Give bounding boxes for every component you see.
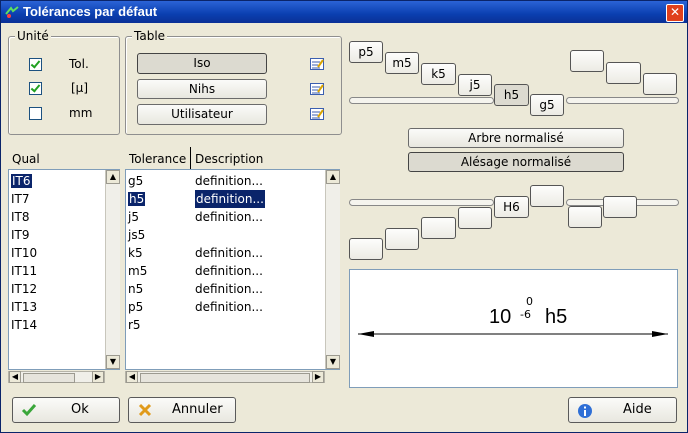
shaft-tol-h5[interactable]: h5 <box>494 84 529 106</box>
list-item[interactable]: IT12 <box>11 280 37 298</box>
shaft-tol-p5[interactable]: p5 <box>349 41 383 63</box>
annuler-label: Annuler <box>172 402 223 417</box>
shaft-tol-empty-3[interactable] <box>643 73 677 95</box>
dialog-window: Tolérances par défaut ✕ Unité Tol. [μ] m… <box>0 0 688 433</box>
aide-button[interactable]: Aide <box>568 397 677 423</box>
hole-zero-line-left <box>349 199 494 206</box>
tolerance-vscroll[interactable]: ▲ ▼ <box>325 170 340 369</box>
table-row[interactable]: m5 definition... <box>128 262 263 280</box>
hole-tol-empty-1[interactable] <box>349 238 383 260</box>
scroll-up-icon[interactable]: ▲ <box>326 170 340 184</box>
unit-micron-label: [μ] <box>71 81 88 95</box>
hole-tol-h6[interactable]: H6 <box>494 196 529 218</box>
hscroll-thumb[interactable] <box>23 373 75 383</box>
shaft-zero-line-left <box>349 97 494 104</box>
unite-legend: Unité <box>15 29 51 43</box>
shaft-zero-line-right <box>566 97 679 104</box>
unit-micron-checkbox[interactable] <box>29 82 42 95</box>
hole-tol-empty-4[interactable] <box>458 207 492 229</box>
shaft-tol-k5[interactable]: k5 <box>421 63 456 85</box>
cancel-x-icon <box>138 403 152 417</box>
list-item[interactable]: IT11 <box>11 262 37 280</box>
edit-utilisateur-icon[interactable] <box>310 108 324 120</box>
nihs-button[interactable]: Nihs <box>137 79 267 99</box>
qual-list[interactable]: IT6 IT7 IT8 IT9 IT10 IT11 IT12 IT13 IT14… <box>8 169 120 370</box>
table-row[interactable]: g5 definition... <box>128 172 263 190</box>
qual-header: Qual <box>12 152 40 166</box>
edit-nihs-icon[interactable] <box>310 83 324 95</box>
scroll-up-icon[interactable]: ▲ <box>106 170 120 184</box>
preview-nominal: 10 <box>489 306 512 328</box>
dimension-drawing <box>358 331 668 337</box>
window-title: Tolérances par défaut <box>23 4 158 19</box>
ok-button[interactable]: Ok <box>12 397 120 423</box>
shaft-tol-empty-1[interactable] <box>570 50 604 72</box>
unit-mm-label: mm <box>69 106 93 120</box>
tolerance-list[interactable]: g5 definition... h5 definition... j5 defini… <box>125 169 340 370</box>
preview-lower: -6 <box>520 308 531 321</box>
iso-button[interactable]: Iso <box>137 53 267 74</box>
table-row[interactable]: p5 definition... <box>128 298 263 316</box>
shaft-tol-empty-2[interactable] <box>606 62 641 84</box>
check-icon <box>21 404 37 417</box>
hole-tol-empty-2[interactable] <box>385 228 419 250</box>
table-row[interactable]: n5 definition... <box>128 280 263 298</box>
ok-label: Ok <box>71 402 89 417</box>
scroll-right-icon[interactable]: ▶ <box>312 371 324 383</box>
list-item[interactable]: IT14 <box>11 316 37 334</box>
unit-tol-label: Tol. <box>69 57 89 71</box>
table-legend: Table <box>132 29 168 43</box>
preview-upper: 0 <box>526 295 533 308</box>
arbre-normalise-button[interactable]: Arbre normalisé <box>408 128 624 148</box>
app-icon <box>5 6 19 18</box>
list-item[interactable]: IT10 <box>11 244 37 262</box>
list-item[interactable]: IT9 <box>11 226 30 244</box>
list-item[interactable]: IT7 <box>11 190 30 208</box>
title-bar: Tolérances par défaut ✕ <box>1 1 687 23</box>
close-button[interactable]: ✕ <box>666 4 684 22</box>
shaft-tol-g5[interactable]: g5 <box>530 94 564 116</box>
info-icon <box>578 404 592 418</box>
unit-mm-checkbox[interactable] <box>29 107 42 120</box>
unit-tol-checkbox[interactable] <box>29 58 42 71</box>
scroll-left-icon[interactable]: ◀ <box>9 371 21 383</box>
table-row[interactable]: h5 definition... <box>128 190 265 208</box>
tolerance-hscroll[interactable]: ◀ ▶ <box>125 371 325 383</box>
table-row[interactable]: r5 <box>128 316 141 334</box>
description-header: Description <box>195 152 264 166</box>
hole-tol-empty-7[interactable] <box>603 196 637 218</box>
unite-group: Unité <box>8 29 120 135</box>
tolerance-header: Tolerance <box>129 152 187 166</box>
hole-tol-empty-3[interactable] <box>421 217 456 239</box>
shaft-tol-m5[interactable]: m5 <box>385 52 419 74</box>
hole-tol-empty-6[interactable] <box>568 206 602 228</box>
shaft-tol-j5[interactable]: j5 <box>458 74 492 96</box>
table-row[interactable]: js5 <box>128 226 145 244</box>
tolerance-preview: 10 0 -6 h5 <box>349 269 678 388</box>
table-row[interactable]: j5 definition... <box>128 208 263 226</box>
hscroll-thumb[interactable] <box>140 373 310 383</box>
scroll-down-icon[interactable]: ▼ <box>326 355 340 369</box>
scroll-down-icon[interactable]: ▼ <box>106 355 120 369</box>
list-item[interactable]: IT8 <box>11 208 30 226</box>
list-item[interactable]: IT6 <box>11 174 32 188</box>
alesage-normalise-button[interactable]: Alésage normalisé <box>408 152 624 172</box>
scroll-left-icon[interactable]: ◀ <box>126 371 138 383</box>
list-item[interactable]: IT13 <box>11 298 37 316</box>
qual-vscroll[interactable]: ▲ ▼ <box>105 170 120 369</box>
table-row[interactable]: k5 definition... <box>128 244 263 262</box>
preview-code: h5 <box>545 306 568 328</box>
aide-label: Aide <box>623 402 652 417</box>
hole-tol-empty-5[interactable] <box>530 185 564 207</box>
utilisateur-button[interactable]: Utilisateur <box>137 104 267 125</box>
annuler-button[interactable]: Annuler <box>128 397 236 423</box>
edit-iso-icon[interactable] <box>310 58 324 70</box>
qual-hscroll[interactable]: ◀ ▶ <box>8 371 105 383</box>
scroll-right-icon[interactable]: ▶ <box>92 371 104 383</box>
